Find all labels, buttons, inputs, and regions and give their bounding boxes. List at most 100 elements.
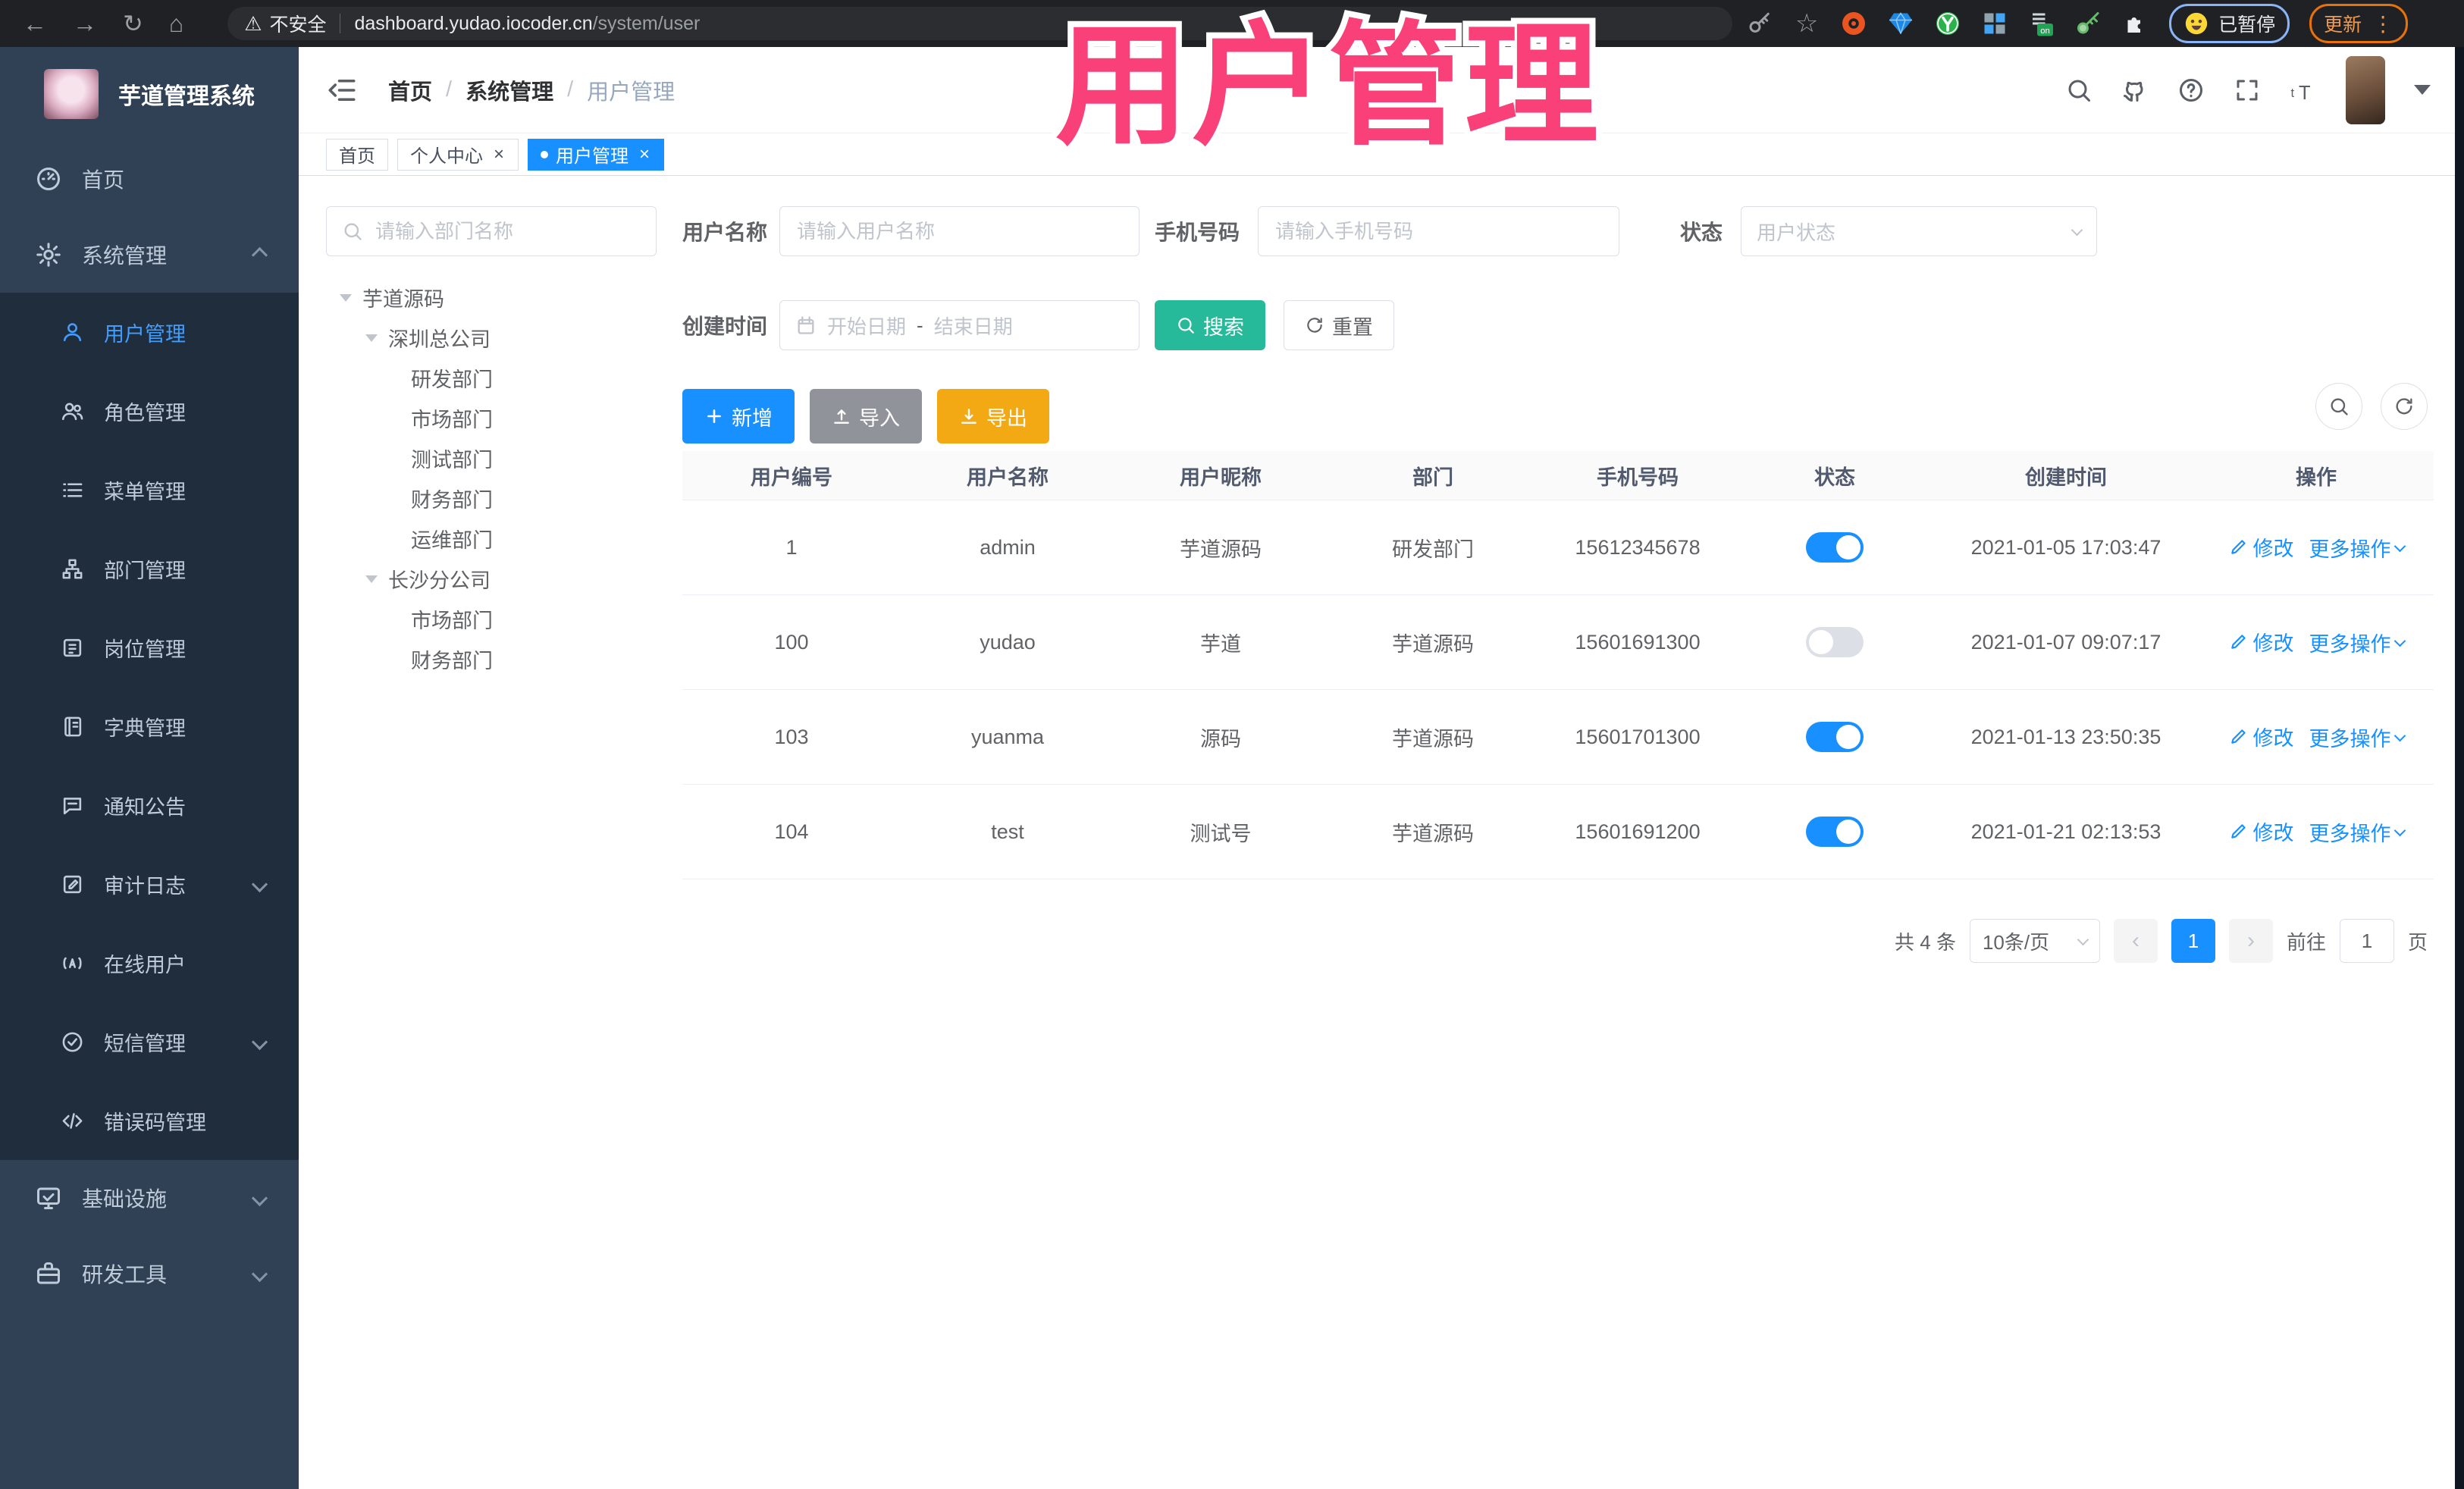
more-actions-dropdown[interactable]: 更多操作 (2309, 723, 2406, 752)
status-toggle[interactable] (1806, 722, 1864, 752)
browser-menu-dots-icon[interactable]: ⋮ (2372, 11, 2393, 36)
extensions-puzzle-icon[interactable] (2122, 10, 2149, 37)
app-logo-row[interactable]: 芋道管理系统 (0, 47, 299, 141)
status-toggle[interactable] (1806, 627, 1864, 657)
sidebar-item-chat[interactable]: 通知公告 (0, 766, 299, 845)
tab-close-icon[interactable]: × (492, 144, 506, 165)
switch-on-extension-icon[interactable]: on (2028, 10, 2055, 37)
tree-node[interactable]: 芋道源码 (326, 277, 675, 318)
font-size-icon[interactable]: tT (2290, 77, 2317, 104)
current-page-button[interactable]: 1 (2171, 919, 2215, 963)
main-content: 芋道源码深圳总公司研发部门市场部门测试部门财务部门运维部门长沙分公司市场部门财务… (299, 176, 2464, 1489)
edit-action[interactable]: 修改 (2229, 532, 2294, 562)
breadcrumb-item[interactable]: 首页 (388, 74, 432, 106)
browser-forward-button[interactable]: → (73, 11, 97, 36)
next-page-button[interactable]: › (2228, 919, 2273, 963)
pagination: 共 4 条 10条/页 ‹ 1 › 前往 页 (1895, 919, 2428, 963)
sidebar-item-label: 短信管理 (104, 1032, 186, 1055)
toolbox-icon (35, 1260, 62, 1287)
tab-个人中心[interactable]: 个人中心 × (397, 138, 519, 171)
sidebar-collapse-icon[interactable] (326, 74, 358, 106)
search-icon[interactable] (2065, 77, 2093, 104)
date-range-picker[interactable]: 开始日期 - 结束日期 (779, 300, 1140, 350)
tree-node[interactable]: 测试部门 (326, 438, 675, 478)
tree-node[interactable]: 财务部门 (326, 639, 675, 679)
export-button[interactable]: 导出 (937, 389, 1049, 444)
sidebar-item-users[interactable]: 角色管理 (0, 371, 299, 450)
help-icon[interactable] (2177, 77, 2205, 104)
prev-page-button[interactable]: ‹ (2113, 919, 2158, 963)
refresh-table-button[interactable] (2381, 383, 2428, 430)
sidebar-item-user[interactable]: 用户管理 (0, 293, 299, 371)
sidebar-item-monitor[interactable]: 基础设施 (0, 1160, 299, 1236)
tab-首页[interactable]: 首页 (326, 138, 388, 171)
sidebar-item-list[interactable]: 菜单管理 (0, 450, 299, 529)
sidebar-item-toolbox[interactable]: 研发工具 (0, 1236, 299, 1312)
green-y-extension-icon[interactable] (1934, 10, 1961, 37)
browser-refresh-button[interactable]: ↻ (123, 11, 143, 36)
green-key-extension-icon[interactable] (2075, 10, 2102, 37)
sidebar-item-tree[interactable]: 部门管理 (0, 529, 299, 608)
tree-node[interactable]: 深圳总公司 (326, 318, 675, 358)
search-button[interactable]: 搜索 (1155, 300, 1266, 350)
gem-extension-icon[interactable] (1887, 10, 1914, 37)
tree-node[interactable]: 长沙分公司 (326, 559, 675, 599)
page-size-select[interactable]: 10条/页 (1969, 919, 2100, 963)
user-avatar[interactable] (2346, 55, 2385, 124)
chevron-down-icon (2071, 224, 2083, 236)
reset-button[interactable]: 重置 (1284, 300, 1395, 350)
profile-paused-badge[interactable]: 已暂停 (2169, 4, 2290, 43)
cell-username: test (901, 784, 1114, 879)
sidebar-item-book[interactable]: 字典管理 (0, 687, 299, 766)
password-key-icon[interactable] (1746, 10, 1773, 37)
tree-node[interactable]: 研发部门 (326, 358, 675, 398)
add-user-button[interactable]: 新增 (682, 389, 795, 444)
browser-back-button[interactable]: ← (23, 11, 47, 36)
tab-用户管理[interactable]: 用户管理 × (528, 138, 665, 171)
avatar-caret-down-icon[interactable] (2414, 85, 2431, 95)
status-select[interactable]: 用户状态 (1741, 206, 2098, 256)
bookmark-star-icon[interactable]: ☆ (1793, 10, 1820, 37)
sidebar-item-gear[interactable]: 系统管理 (0, 217, 299, 293)
sidebar-item-edit[interactable]: 审计日志 (0, 845, 299, 923)
cell-mobile: 15601691200 (1539, 784, 1736, 879)
ubuntu-extension-icon[interactable] (1840, 10, 1867, 37)
cell-nickname: 测试号 (1114, 784, 1327, 879)
tree-node[interactable]: 市场部门 (326, 398, 675, 438)
github-icon[interactable] (2121, 77, 2149, 104)
cell-actions: 修改 更多操作 (2199, 784, 2434, 879)
tree-icon (61, 557, 84, 581)
status-toggle[interactable] (1806, 532, 1864, 563)
tree-node[interactable]: 市场部门 (326, 599, 675, 639)
breadcrumb-item[interactable]: 系统管理 (466, 74, 553, 106)
table-header-row: 用户编号 用户名称 用户昵称 部门 手机号码 状态 创建时间 操作 (682, 451, 2434, 500)
sidebar-item-sms[interactable]: 短信管理 (0, 1002, 299, 1081)
grid-extension-icon[interactable] (1981, 10, 2008, 37)
more-actions-dropdown[interactable]: 更多操作 (2309, 628, 2406, 657)
sidebar-item-dashboard[interactable]: 首页 (0, 141, 299, 217)
upload-icon (834, 409, 849, 424)
more-actions-dropdown[interactable]: 更多操作 (2309, 817, 2406, 847)
sidebar-item-code[interactable]: 错误码管理 (0, 1081, 299, 1160)
browser-update-button[interactable]: 更新 ⋮ (2309, 4, 2409, 43)
dept-search-input[interactable] (374, 218, 635, 244)
mobile-input[interactable] (1274, 218, 1604, 244)
username-input[interactable] (795, 218, 1124, 244)
browser-home-button[interactable]: ⌂ (169, 11, 183, 36)
edit-action[interactable]: 修改 (2229, 627, 2294, 657)
goto-page-input[interactable] (2339, 919, 2394, 963)
fullscreen-icon[interactable] (2234, 77, 2261, 104)
import-button[interactable]: 导入 (810, 389, 922, 444)
status-toggle[interactable] (1806, 817, 1864, 847)
edit-action[interactable]: 修改 (2229, 817, 2294, 846)
tab-close-icon[interactable]: × (638, 144, 651, 165)
tree-node[interactable]: 运维部门 (326, 519, 675, 559)
address-bar[interactable]: ⚠ 不安全 dashboard.yudao.iocoder.cn/system/… (227, 7, 1733, 40)
tree-node[interactable]: 财务部门 (326, 478, 675, 519)
toggle-search-button[interactable] (2315, 383, 2362, 430)
sidebar-item-badge[interactable]: 岗位管理 (0, 608, 299, 687)
more-actions-dropdown[interactable]: 更多操作 (2309, 533, 2406, 563)
book-icon (61, 715, 84, 738)
sidebar-item-online[interactable]: 在线用户 (0, 923, 299, 1002)
edit-action[interactable]: 修改 (2229, 722, 2294, 751)
